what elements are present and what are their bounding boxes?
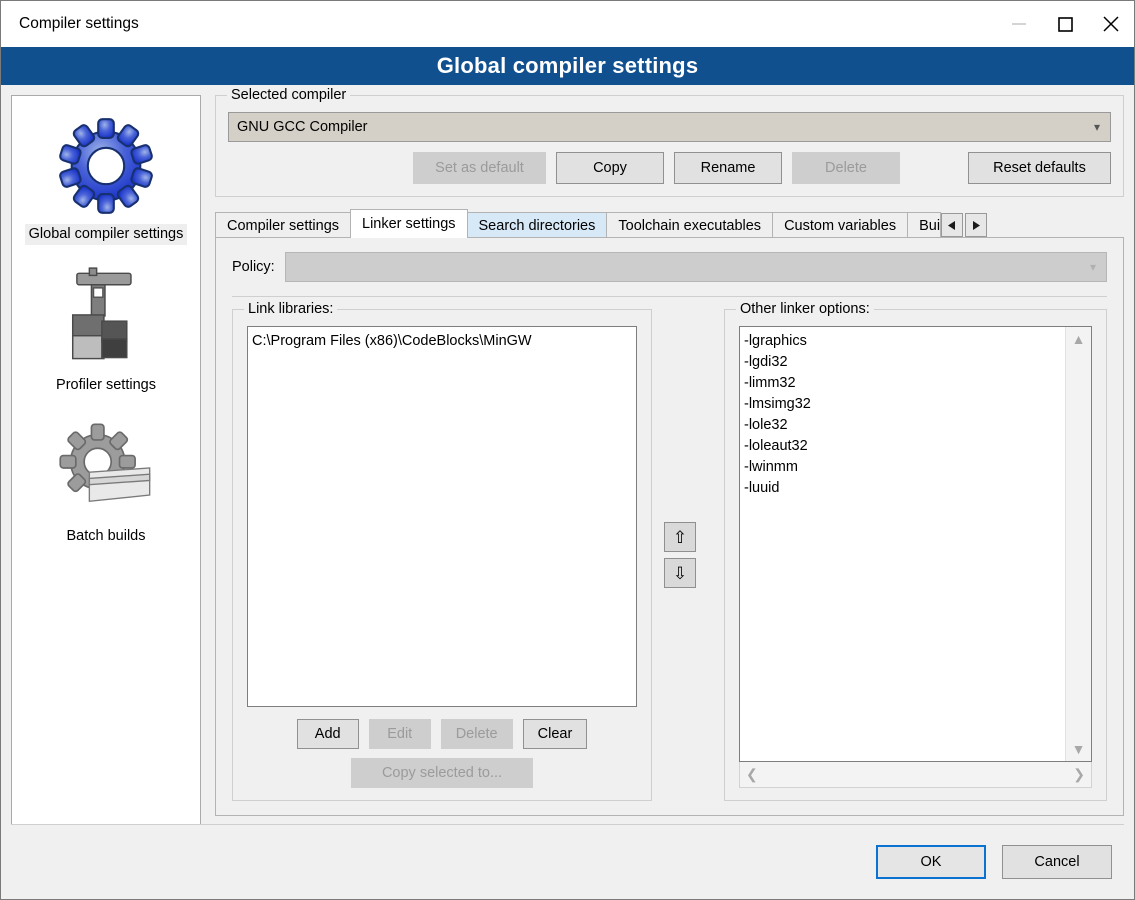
settings-tabstrip: Compiler settings Linker settings Search… — [215, 209, 1124, 238]
sidebar-item-profiler-settings[interactable]: Profiler settings — [12, 259, 200, 410]
tab-build-options[interactable]: Bui — [907, 212, 942, 238]
list-item[interactable]: -lole32 — [744, 415, 1088, 436]
compiler-select[interactable]: GNU GCC Compiler ▾ — [228, 112, 1111, 142]
copy-button[interactable]: Copy — [556, 152, 664, 184]
compiler-actions: Set as default Copy Rename Delete Reset … — [228, 152, 1111, 184]
sidebar-item-label: Global compiler settings — [24, 224, 188, 245]
policy-row: Policy: ▾ — [232, 252, 1107, 282]
dialog-body: Global compiler settings Profiler settin… — [1, 85, 1134, 825]
tab-scroll-buttons — [941, 213, 988, 237]
edit-library-button[interactable]: Edit — [368, 719, 431, 749]
add-library-button[interactable]: Add — [296, 719, 359, 749]
tab-toolchain-executables[interactable]: Toolchain executables — [606, 212, 774, 238]
minimize-button[interactable] — [996, 1, 1042, 47]
sidebar: Global compiler settings Profiler settin… — [11, 95, 201, 825]
move-up-button[interactable]: ⇧ — [664, 522, 696, 552]
chevron-down-icon: ▾ — [1093, 120, 1100, 134]
tab-search-directories[interactable]: Search directories — [466, 212, 608, 238]
reset-defaults-button[interactable]: Reset defaults — [968, 152, 1111, 184]
clamp-vise-icon — [71, 267, 132, 360]
window-title: Compiler settings — [19, 15, 139, 32]
arrow-up-icon: ⇧ — [672, 527, 688, 547]
arrow-down-icon: ⇩ — [672, 563, 688, 583]
copy-selected-to-button[interactable]: Copy selected to... — [351, 758, 533, 788]
clear-libraries-button[interactable]: Clear — [522, 719, 588, 749]
set-as-default-button[interactable]: Set as default — [413, 152, 546, 184]
link-libraries-legend: Link libraries: — [244, 301, 338, 317]
policy-select[interactable]: ▾ — [284, 252, 1107, 282]
link-libraries-items: C:\Program Files (x86)\CodeBlocks\MinGW — [248, 327, 636, 352]
sidebar-item-label: Profiler settings — [56, 377, 156, 393]
selected-compiler-group: Selected compiler GNU GCC Compiler ▾ Set… — [215, 87, 1124, 197]
sidebar-item-global-compiler-settings[interactable]: Global compiler settings — [12, 108, 200, 259]
chevron-down-icon[interactable]: ▼ — [1072, 741, 1086, 757]
page-title: Global compiler settings — [436, 53, 699, 78]
move-down-button[interactable]: ⇩ — [664, 558, 696, 588]
delete-compiler-button[interactable]: Delete — [792, 152, 900, 184]
list-item[interactable]: -lmsimg32 — [744, 394, 1088, 415]
link-libraries-buttons: Add Edit Delete Clear — [247, 719, 637, 749]
other-linker-options-textarea[interactable]: -lgraphics -lgdi32 -limm32 -lmsimg32 -lo… — [739, 326, 1092, 762]
horizontal-scrollbar[interactable]: ❮ ❯ — [739, 762, 1092, 788]
vertical-scrollbar[interactable]: ▲ ▼ — [1065, 327, 1091, 761]
chevron-left-icon[interactable]: ❮ — [746, 766, 758, 783]
reorder-buttons: ⇧ ⇩ — [652, 309, 708, 801]
list-item[interactable]: -lgraphics — [744, 331, 1088, 352]
settings-pane: Selected compiler GNU GCC Compiler ▾ Set… — [215, 87, 1124, 816]
link-libraries-group: Link libraries: C:\Program Files (x86)\C… — [232, 301, 652, 801]
list-item[interactable]: -luuid — [744, 478, 1088, 499]
list-item[interactable]: -limm32 — [744, 373, 1088, 394]
compiler-settings-dialog: Compiler settings Global compiler settin… — [0, 0, 1135, 900]
chevron-down-icon: ▾ — [1089, 260, 1096, 274]
triangle-right-icon — [973, 220, 981, 230]
tab-compiler-settings[interactable]: Compiler settings — [215, 212, 352, 238]
tab-scroll-left-button[interactable] — [941, 213, 964, 237]
chevron-right-icon[interactable]: ❯ — [1073, 766, 1085, 783]
maximize-button[interactable] — [1042, 1, 1088, 47]
close-icon — [1103, 16, 1119, 32]
title-bar: Compiler settings — [1, 1, 1134, 47]
triangle-left-icon — [948, 220, 956, 230]
list-item[interactable]: -lgdi32 — [744, 352, 1088, 373]
selected-compiler-legend: Selected compiler — [227, 87, 351, 103]
tab-custom-variables[interactable]: Custom variables — [772, 212, 909, 238]
link-libraries-listbox[interactable]: C:\Program Files (x86)\CodeBlocks\MinGW — [247, 326, 637, 707]
cancel-button[interactable]: Cancel — [1002, 845, 1112, 879]
policy-label: Policy: — [232, 259, 275, 275]
maximize-icon — [1058, 17, 1073, 32]
linker-lists: Link libraries: C:\Program Files (x86)\C… — [232, 301, 1107, 801]
divider — [232, 296, 1107, 297]
sidebar-item-label: Batch builds — [66, 528, 146, 544]
list-item[interactable]: -lwinmm — [744, 457, 1088, 478]
copy-selected-row: Copy selected to... — [247, 758, 637, 788]
chevron-up-icon[interactable]: ▲ — [1072, 331, 1086, 347]
rename-button[interactable]: Rename — [674, 152, 782, 184]
compiler-select-value: GNU GCC Compiler — [237, 119, 368, 135]
tab-linker-settings[interactable]: Linker settings — [350, 209, 468, 238]
blue-gear-icon — [59, 118, 153, 214]
list-item[interactable]: C:\Program Files (x86)\CodeBlocks\MinGW — [252, 331, 633, 352]
delete-library-button[interactable]: Delete — [440, 719, 513, 749]
dialog-footer: OK Cancel — [1, 825, 1134, 899]
gear-documents-icon — [59, 423, 151, 503]
ok-button[interactable]: OK — [876, 845, 986, 879]
list-item[interactable]: -loleaut32 — [744, 436, 1088, 457]
other-linker-options-legend: Other linker options: — [736, 301, 874, 317]
sidebar-item-batch-builds[interactable]: Batch builds — [12, 410, 200, 561]
linker-settings-page: Policy: ▾ Link libraries: C:\Program Fil… — [215, 237, 1124, 816]
other-linker-options-items: -lgraphics -lgdi32 -limm32 -lmsimg32 -lo… — [740, 327, 1091, 499]
tab-scroll-right-button[interactable] — [965, 213, 988, 237]
other-linker-options-group: Other linker options: -lgraphics -lgdi32… — [724, 301, 1107, 801]
page-title-banner: Global compiler settings — [1, 47, 1134, 85]
close-button[interactable] — [1088, 1, 1134, 47]
minimize-icon — [1012, 23, 1026, 25]
